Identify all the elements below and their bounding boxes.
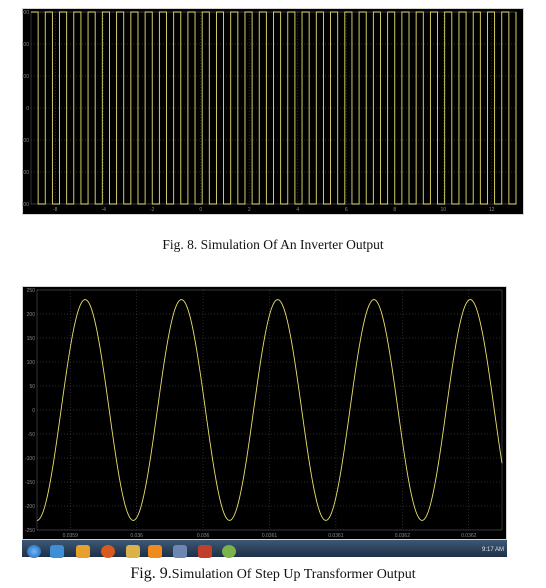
x-tick-label: 8	[393, 207, 396, 213]
x-tick-label: 0.0361	[262, 533, 278, 539]
media-player-icon[interactable]	[76, 545, 90, 558]
y-tick-label: -250	[25, 528, 35, 534]
inverter-output-plot: 300 200 100 0 -100 -200 -300 -8 -4 -2 0 2 4 6 8 10 12	[22, 8, 524, 215]
y-tick-label: -100	[22, 138, 29, 144]
y-tick-label: -200	[25, 504, 35, 510]
transformer-output-chart: 250 200 150 100 50 0 -50 -100 -150 -200 -250 0.0359…	[22, 286, 507, 540]
x-tick-label: 0.0361	[328, 533, 344, 539]
x-tick-label: 2	[248, 207, 251, 213]
fig9-text: Simulation Of Step Up Transformer Output	[171, 567, 416, 582]
x-tick-label: 0.0359	[63, 533, 79, 539]
explorer-icon[interactable]	[50, 545, 64, 558]
fig9-caption: Fig. 9.Simulation Of Step Up Transformer…	[0, 565, 546, 583]
x-tick-label: 10	[440, 207, 446, 213]
x-tick-label: 12	[489, 207, 495, 213]
y-tick-label: 200	[27, 312, 36, 318]
matlab-icon[interactable]	[198, 545, 212, 558]
taskbar	[22, 540, 507, 557]
x-tick-label: 6	[345, 207, 348, 213]
transformer-output-plot: 250 200 150 100 50 0 -50 -100 -150 -200 -250 0.0359…	[22, 286, 507, 540]
y-tick-label: 300	[22, 10, 29, 16]
y-tick-label: 50	[29, 384, 35, 390]
y-tick-label: -50	[28, 432, 35, 438]
vlc-icon[interactable]	[148, 545, 162, 558]
plot-background	[23, 9, 523, 214]
x-tick-label: 0.036	[197, 533, 210, 539]
x-tick-label: -8	[53, 207, 58, 213]
x-tick-label: 0.036	[130, 533, 143, 539]
app-icon[interactable]	[173, 545, 187, 558]
fig9-number: Fig. 9.	[130, 565, 172, 582]
y-tick-label: 200	[22, 42, 29, 48]
chrome-icon[interactable]	[222, 545, 236, 558]
folder-icon[interactable]	[126, 545, 140, 558]
y-tick-label: -100	[25, 456, 35, 462]
fig8-caption: Fig. 8. Simulation Of An Inverter Output	[162, 237, 384, 252]
x-tick-label: 4	[296, 207, 299, 213]
y-tick-label: 100	[27, 360, 36, 366]
y-tick-label: -200	[22, 170, 29, 176]
inverter-output-chart: 300 200 100 0 -100 -200 -300 -8 -4 -2 0 2 4 6 8 10 12	[22, 8, 524, 215]
x-tick-label: -4	[102, 207, 107, 213]
y-tick-label: 100	[22, 74, 29, 80]
firefox-icon[interactable]	[101, 545, 115, 558]
taskbar-clock: 9:17 AM	[482, 547, 505, 553]
y-tick-label: 0	[26, 106, 29, 112]
y-tick-label: 250	[27, 288, 36, 294]
y-tick-label: -150	[25, 480, 35, 486]
y-tick-label: -300	[22, 202, 29, 208]
start-orb-icon[interactable]	[27, 545, 41, 558]
x-tick-label: 0	[199, 207, 202, 213]
y-tick-label: 150	[27, 336, 36, 342]
x-tick-label: 0.0362	[395, 533, 411, 539]
y-tick-label: 0	[32, 408, 35, 414]
x-tick-label: 0.0362	[461, 533, 477, 539]
x-tick-label: -2	[150, 207, 155, 213]
